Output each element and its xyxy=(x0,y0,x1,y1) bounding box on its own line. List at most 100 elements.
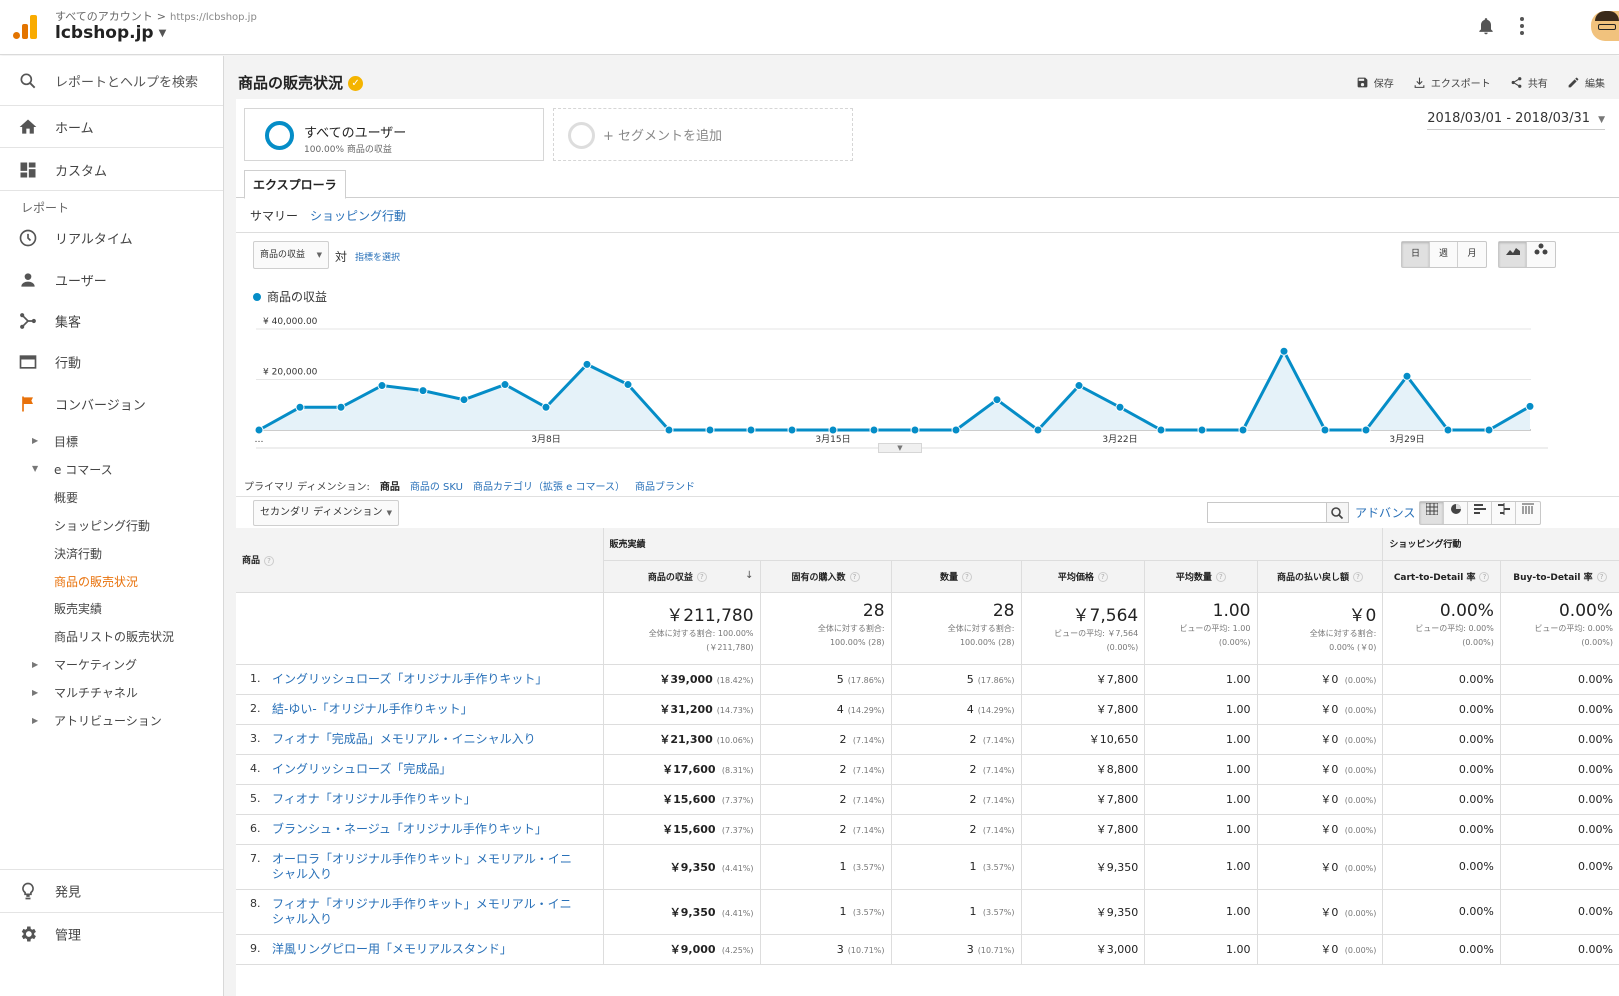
sidebar-item-ecommerce[interactable]: e コマース xyxy=(54,461,113,478)
header-quantity[interactable]: 数量? xyxy=(891,560,1022,593)
triangle-right-icon[interactable]: ▶ xyxy=(32,436,38,445)
subtab-summary[interactable]: サマリー xyxy=(250,209,298,223)
share-button[interactable]: 共有 xyxy=(1510,75,1548,90)
help-icon[interactable]: ? xyxy=(1215,572,1226,582)
period-month-button[interactable]: 月 xyxy=(1458,242,1486,267)
date-range-picker[interactable]: 2018/03/01 - 2018/03/31 ▼ xyxy=(1427,111,1605,130)
product-link[interactable]: フィオナ「オリジナル手作りキット」 xyxy=(272,792,582,807)
header-refund[interactable]: 商品の払い戻し額? xyxy=(1257,560,1384,593)
sidebar-item-attribution[interactable]: アトリビューション xyxy=(54,712,162,729)
help-icon[interactable]: ? xyxy=(962,572,973,582)
product-link[interactable]: 洋風リングピロー用「メモリアルスタンド」 xyxy=(272,942,582,957)
product-link[interactable]: ブランシュ・ネージュ「オリジナル手作りキット」 xyxy=(272,822,582,837)
header-unique-purchases[interactable]: 固有の購入数? xyxy=(760,560,892,593)
sidebar-ec-product-list[interactable]: 商品リストの販売状況 xyxy=(54,628,174,645)
sidebar-ec-sales[interactable]: 販売実績 xyxy=(54,600,102,617)
period-week-button[interactable]: 週 xyxy=(1430,242,1458,267)
breadcrumb-all-accounts[interactable]: すべてのアカウント xyxy=(55,10,153,23)
refund-value: ￥0 xyxy=(1320,763,1339,776)
product-link[interactable]: フィオナ「オリジナル手作りキット」メモリアル・イニシャル入り xyxy=(272,897,582,927)
help-icon[interactable]: ? xyxy=(1352,572,1363,582)
pie-view-button[interactable] xyxy=(1444,502,1468,524)
help-icon[interactable]: ? xyxy=(264,555,275,566)
header-product[interactable]: 商品? xyxy=(236,528,604,593)
subtab-shopping[interactable]: ショッピング行動 xyxy=(310,209,406,223)
data-view-button[interactable] xyxy=(1420,502,1444,524)
quantity-pct: (7.14%) xyxy=(982,795,1015,805)
sidebar-item-goals[interactable]: 目標 xyxy=(54,433,78,450)
pivot-view-button[interactable] xyxy=(1516,502,1540,524)
sort-down-icon[interactable]: ↓ xyxy=(745,570,753,581)
header-buy-to-detail[interactable]: Buy-to-Detail 率? xyxy=(1500,560,1619,593)
sidebar-item-home[interactable]: ホーム xyxy=(0,106,223,148)
quantity-value: 5 xyxy=(966,672,974,686)
header-avg-price[interactable]: 平均価格? xyxy=(1021,560,1146,593)
sidebar-ec-shopping[interactable]: ショッピング行動 xyxy=(54,517,150,534)
help-icon[interactable]: ? xyxy=(849,572,860,582)
revenue-cell: ￥17,600 (8.31%) xyxy=(603,754,761,785)
help-icon[interactable]: ? xyxy=(1479,572,1490,582)
table-search-button[interactable] xyxy=(1327,502,1349,523)
bell-icon[interactable] xyxy=(1476,16,1496,36)
sidebar-item-acquisition[interactable]: 集客 xyxy=(0,300,223,342)
collapse-chart-handle[interactable]: ▼ xyxy=(878,443,922,453)
add-segment-button[interactable]: + セグメントを追加 xyxy=(553,108,853,161)
data-point xyxy=(1279,346,1289,356)
triangle-right-icon[interactable]: ▶ xyxy=(32,716,38,725)
sidebar-item-custom[interactable]: カスタム xyxy=(0,149,223,191)
property-selector[interactable]: lcbshop.jp ▼ xyxy=(55,23,166,43)
sidebar-item-discover[interactable]: 発見 xyxy=(0,869,223,911)
breadcrumb-url[interactable]: https://lcbshop.jp xyxy=(170,12,257,23)
triangle-right-icon[interactable]: ▶ xyxy=(32,688,38,697)
header-avg-qty[interactable]: 平均数量? xyxy=(1144,560,1258,593)
sidebar-ec-product-performance[interactable]: 商品の販売状況 xyxy=(54,573,138,590)
sidebar-item-marketing[interactable]: マーケティング xyxy=(54,656,137,673)
segment-all-users[interactable]: すべてのユーザー 100.00% 商品の収益 xyxy=(244,108,544,161)
help-icon[interactable]: ? xyxy=(1596,572,1607,582)
dimension-product[interactable]: 商品 xyxy=(380,482,400,493)
line-chart-button[interactable] xyxy=(1499,242,1527,267)
edit-button[interactable]: 編集 xyxy=(1567,75,1605,90)
avatar[interactable] xyxy=(1591,11,1619,41)
header-revenue[interactable]: 商品の収益? ↓ xyxy=(603,560,761,593)
metric-select[interactable]: 商品の収益 ▼ xyxy=(253,241,329,269)
period-day-button[interactable]: 日 xyxy=(1402,242,1430,267)
breadcrumb[interactable]: すべてのアカウント > https://lcbshop.jp xyxy=(55,8,257,24)
product-link[interactable]: イングリッシュローズ「完成品」 xyxy=(272,762,582,777)
advanced-filter-link[interactable]: アドバンス xyxy=(1355,504,1415,521)
comparison-view-button[interactable] xyxy=(1492,502,1516,524)
dimension-category[interactable]: 商品カテゴリ（拡張 e コマース） xyxy=(473,482,625,493)
revenue-chart[interactable]: ¥ 40,000.00 ¥ 20,000.00 … 3月8日 3月15日 3月22日 3月2… xyxy=(236,304,1619,459)
more-vert-icon[interactable] xyxy=(1519,17,1525,35)
tab-explorer[interactable]: エクスプローラ xyxy=(244,170,346,199)
sidebar-item-behavior[interactable]: 行動 xyxy=(0,341,223,383)
export-button[interactable]: エクスポート xyxy=(1413,75,1491,90)
sidebar-item-users[interactable]: ユーザー xyxy=(0,259,223,301)
triangle-right-icon[interactable]: ▶ xyxy=(32,660,38,669)
sidebar-item-admin[interactable]: 管理 xyxy=(0,912,223,954)
triangle-down-icon[interactable]: ▼ xyxy=(32,464,38,473)
motion-chart-button[interactable] xyxy=(1527,242,1555,267)
help-icon[interactable]: ? xyxy=(1097,572,1108,582)
product-link[interactable]: オーロラ「オリジナル手作りキット」メモリアル・イニシャル入り xyxy=(272,852,582,882)
sidebar-item-conversion[interactable]: コンバージョン xyxy=(0,383,223,425)
save-label: 保存 xyxy=(1373,79,1394,90)
product-link[interactable]: 結-ゆい-「オリジナル手作りキット」 xyxy=(272,702,582,717)
product-link[interactable]: イングリッシュローズ「オリジナル手作りキット」 xyxy=(272,672,582,687)
dimension-brand[interactable]: 商品ブランド xyxy=(635,482,695,493)
table-search-input[interactable] xyxy=(1207,502,1327,523)
sidebar-item-multichannel[interactable]: マルチチャネル xyxy=(54,684,138,701)
save-button[interactable]: 保存 xyxy=(1356,75,1394,90)
dimension-sku[interactable]: 商品の SKU xyxy=(410,482,463,493)
header-cart-to-detail[interactable]: Cart-to-Detail 率? xyxy=(1382,560,1501,593)
bar-view-button[interactable] xyxy=(1468,502,1492,524)
product-link[interactable]: フィオナ「完成品」メモリアル・イニシャル入り xyxy=(272,732,582,747)
secondary-dimension-select[interactable]: セカンダリ ディメンション ▼ xyxy=(253,500,399,526)
select-metric-link[interactable]: 指標を選択 xyxy=(355,250,400,263)
sidebar-item-realtime[interactable]: リアルタイム xyxy=(0,217,223,259)
analytics-logo-icon[interactable] xyxy=(13,15,37,39)
sidebar-ec-overview[interactable]: 概要 xyxy=(54,489,78,506)
sidebar-search[interactable]: レポートとヘルプを検索 xyxy=(0,56,223,106)
sidebar-ec-checkout[interactable]: 決済行動 xyxy=(54,545,102,562)
help-icon[interactable]: ? xyxy=(696,572,707,582)
